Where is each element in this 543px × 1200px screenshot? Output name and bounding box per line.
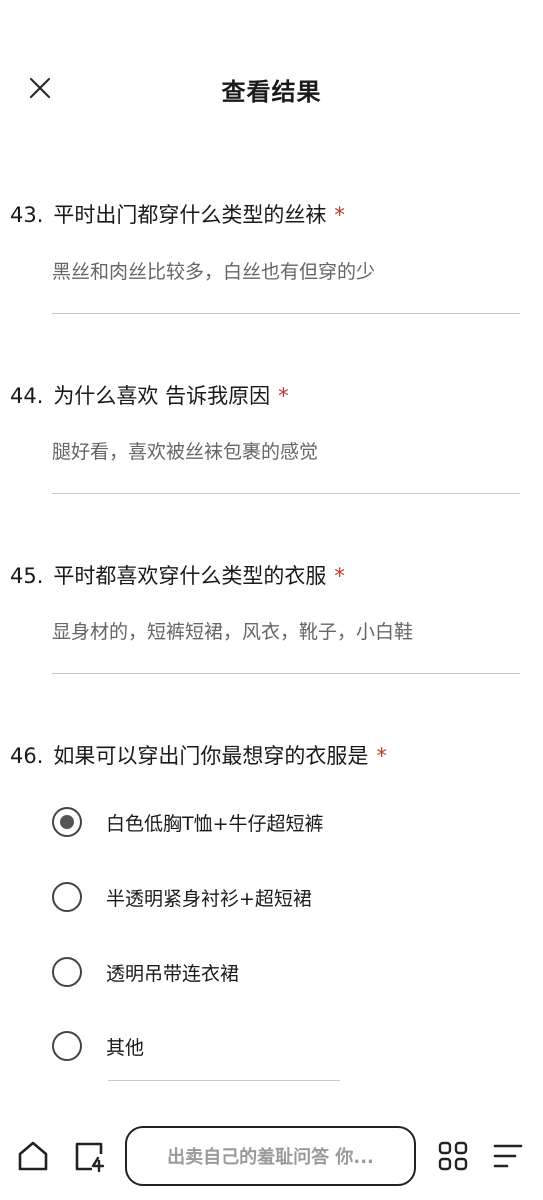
radio-unchecked-icon (52, 1031, 82, 1061)
question-text: 如果可以穿出门你最想穿的衣服是 (53, 744, 369, 768)
question-number: 44. (10, 384, 44, 408)
radio-option-4[interactable]: 其他 (52, 1026, 144, 1066)
question-number: 43. (10, 203, 44, 227)
question-44: 44. 为什么喜欢 告诉我原因 * (10, 381, 289, 411)
answer-field-43[interactable]: 黑丝和肉丝比较多，白丝也有但穿的少 (52, 254, 520, 314)
home-button[interactable] (15, 1138, 51, 1174)
question-text: 平时都喜欢穿什么类型的衣服 (53, 564, 327, 588)
option-label: 白色低胸T恤+牛仔超短裤 (106, 812, 324, 835)
question-text: 为什么喜欢 告诉我原因 (53, 384, 271, 408)
radio-option-2[interactable]: 半透明紧身衬衫+超短裙 (52, 877, 312, 917)
radio-checked-icon (52, 807, 82, 837)
question-43: 43. 平时出门都穿什么类型的丝袜 * (10, 200, 345, 230)
header: 查看结果 (0, 60, 543, 116)
tabs-button[interactable] (71, 1138, 107, 1174)
radio-option-3[interactable]: 透明吊带连衣裙 (52, 952, 239, 992)
apps-button[interactable] (435, 1138, 471, 1174)
menu-button[interactable] (490, 1138, 526, 1174)
required-mark: * (278, 384, 289, 408)
option-label: 其他 (106, 1036, 145, 1059)
question-46: 46. 如果可以穿出门你最想穿的衣服是 * (10, 741, 387, 771)
apps-grid-icon (438, 1141, 468, 1171)
question-number: 46. (10, 744, 44, 768)
question-45: 45. 平时都喜欢穿什么类型的衣服 * (10, 561, 345, 591)
bottom-bar: 出卖自己的羞耻问答 你... (0, 1120, 543, 1200)
other-input-line[interactable] (108, 1080, 340, 1081)
question-text: 平时出门都穿什么类型的丝袜 (53, 203, 327, 227)
option-label: 透明吊带连衣裙 (106, 962, 240, 985)
answer-field-44[interactable]: 腿好看，喜欢被丝袜包裹的感觉 (52, 434, 520, 494)
required-mark: * (376, 744, 387, 768)
menu-icon (493, 1144, 523, 1168)
question-number: 45. (10, 564, 44, 588)
radio-unchecked-icon (52, 882, 82, 912)
radio-option-1[interactable]: 白色低胸T恤+牛仔超短裤 (52, 802, 324, 842)
option-label: 半透明紧身衬衫+超短裙 (106, 887, 312, 910)
search-bar[interactable]: 出卖自己的羞耻问答 你... (125, 1126, 416, 1186)
answer-field-45[interactable]: 显身材的，短裤短裙，风衣，靴子，小白鞋 (52, 614, 520, 674)
tabs-icon (75, 1142, 105, 1173)
page-title: 查看结果 (221, 78, 322, 106)
required-mark: * (334, 564, 345, 588)
radio-unchecked-icon (52, 957, 82, 987)
home-icon (18, 1141, 48, 1171)
required-mark: * (334, 203, 345, 227)
